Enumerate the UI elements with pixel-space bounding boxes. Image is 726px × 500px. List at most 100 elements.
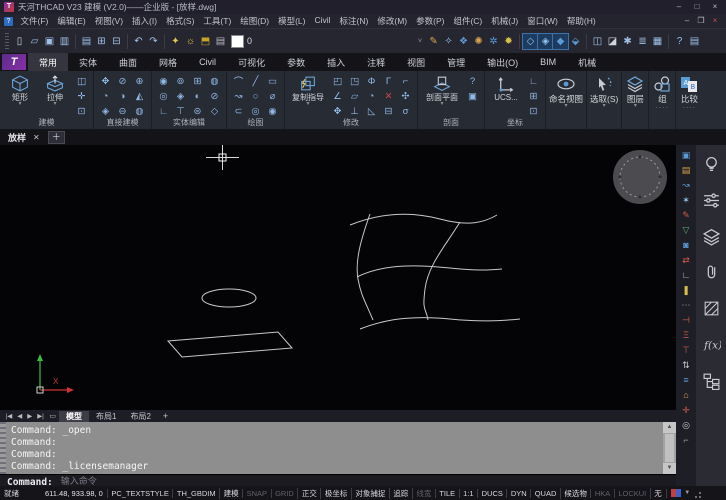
status-toggle[interactable]: LOCKUI <box>614 489 650 498</box>
publish-icon[interactable]: ⊟ <box>109 34 124 49</box>
coords-tool-icon[interactable]: ⊡ <box>526 104 541 118</box>
layer-plot-icon[interactable]: ▤ <box>213 34 228 49</box>
wireframe-view-icon[interactable]: ◇ <box>523 34 538 49</box>
help-icon[interactable]: ? <box>672 34 687 49</box>
menu-item[interactable]: 编辑(E) <box>53 15 90 27</box>
section-tool-icon[interactable]: ▣ <box>465 89 480 103</box>
block-t-icon[interactable]: ⊤ <box>678 343 695 358</box>
updown-icon[interactable]: ⇅ <box>678 358 695 373</box>
menu-item[interactable]: 文件(F) <box>16 15 53 27</box>
ellipse-entity[interactable] <box>202 289 256 307</box>
ok-toggle-icon[interactable]: ◙ <box>678 238 695 253</box>
layer-dropdown[interactable]: ˅ <box>256 34 426 49</box>
compare-button[interactable]: A B 比较 ․․․․ <box>676 71 702 129</box>
status-toggle[interactable]: GRID <box>271 489 298 498</box>
rectangle-entity[interactable] <box>168 332 292 357</box>
modeling-tool-icon[interactable]: ✛ <box>74 89 89 103</box>
status-toggle[interactable]: TH_GBDIM <box>172 489 219 498</box>
solid-edit-tool-icon[interactable]: ◉ <box>156 74 171 88</box>
magic-wand-icon[interactable]: ✶ <box>678 193 695 208</box>
new-file-icon[interactable]: ▯ <box>12 34 27 49</box>
draw-tool-icon[interactable]: ╱ <box>248 74 263 88</box>
layout-tab[interactable]: 模型 <box>59 411 89 422</box>
solid-edit-tool-icon[interactable]: ⊜ <box>190 104 205 118</box>
solid-edit-tool-icon[interactable]: ◍ <box>207 74 222 88</box>
properties-panel-icon[interactable]: ◫ <box>590 34 605 49</box>
building-icon[interactable]: ⌂ <box>678 388 695 403</box>
ribbon-tab[interactable]: 可视化 <box>227 53 276 71</box>
erase-icon[interactable]: ◪ <box>605 34 620 49</box>
layout-tab[interactable]: 布局1 <box>89 411 123 422</box>
menu-item[interactable]: 绘图(D) <box>236 15 274 27</box>
command-scrollbar[interactable]: ▲ ▼ <box>663 422 676 474</box>
coords-tool-icon[interactable]: ∟ <box>526 74 541 88</box>
ribbon-tab[interactable]: 实体 <box>68 53 108 71</box>
scroll-thumb[interactable] <box>665 434 674 462</box>
lights-icon[interactable]: ✹ <box>501 34 516 49</box>
menu-item[interactable]: 修改(M) <box>373 15 412 27</box>
menu-item[interactable]: 机械(J) <box>487 15 523 27</box>
open-file-icon[interactable]: ▱ <box>27 34 42 49</box>
section-tool-icon[interactable]: ? <box>465 74 480 88</box>
layer-states-icon[interactable]: ❖ <box>456 34 471 49</box>
modify-tool-icon[interactable]: ⊟ <box>381 104 396 118</box>
ribbon-tab[interactable]: 曲面 <box>108 53 148 71</box>
flip-icon[interactable]: ⇄ <box>678 253 695 268</box>
chevron-down-icon[interactable]: ˅ <box>414 38 426 45</box>
filter-icon[interactable]: ▽ <box>678 223 695 238</box>
measure-icon[interactable]: ✧ <box>441 34 456 49</box>
direct-model-tool-icon[interactable]: ⊕ <box>132 74 147 88</box>
brush-icon[interactable]: ✎ <box>678 208 695 223</box>
status-toggle[interactable]: 极坐标 <box>320 488 351 499</box>
modify-tool-icon[interactable]: ◔ <box>364 89 379 103</box>
new-tab-button[interactable]: ＋ <box>48 131 65 144</box>
resize-grip[interactable] <box>693 489 701 498</box>
layout-sheet-icon[interactable]: ▭ <box>46 412 59 420</box>
modify-tool-icon[interactable]: ⌐ <box>398 74 413 88</box>
status-dropdown-icon[interactable]: ▼ <box>684 490 690 496</box>
adjust-sliders-icon[interactable] <box>702 191 721 210</box>
overflow-dots-icon[interactable]: ⋯ <box>678 298 695 313</box>
menu-item[interactable]: 格式(S) <box>162 15 199 27</box>
modify-tool-icon[interactable]: ✣ <box>398 89 413 103</box>
modify-tool-icon[interactable]: ◺ <box>364 104 379 118</box>
draw-tool-icon[interactable]: ◎ <box>248 104 263 118</box>
ribbon-tab[interactable]: 插入 <box>316 53 356 71</box>
layer-color-swatch[interactable] <box>231 35 244 48</box>
display-config-icon[interactable]: ▣ <box>678 148 695 163</box>
modeling-tool-icon[interactable]: ⊡ <box>74 104 89 118</box>
drawing-viewport[interactable]: X <box>0 145 676 410</box>
layout-nav-button[interactable]: ◀ <box>15 412 25 420</box>
layer-isolate-icon[interactable]: ✺ <box>471 34 486 49</box>
solid-edit-tool-icon[interactable]: ∟ <box>156 104 171 118</box>
render-image-icon[interactable]: ▦ <box>650 34 665 49</box>
mdi-restore-button[interactable]: ❐ <box>694 15 708 27</box>
minimize-button[interactable]: – <box>672 1 686 13</box>
ribbon-tab[interactable]: Civil <box>188 53 227 71</box>
direct-model-tool-icon[interactable]: ◔ <box>98 89 113 103</box>
draw-tool-icon[interactable]: ↝ <box>231 89 246 103</box>
document-tab[interactable]: 放样 ✕ <box>8 131 40 144</box>
direct-model-tool-icon[interactable]: ◭ <box>132 89 147 103</box>
panel-launcher-dots[interactable]: ․․․․ <box>656 104 669 110</box>
scroll-down-icon[interactable]: ▼ <box>663 463 676 474</box>
status-toggle[interactable]: 追踪 <box>389 488 412 499</box>
status-toggle[interactable]: 候选物 <box>560 488 591 499</box>
mdi-minimize-button[interactable]: – <box>680 15 694 27</box>
toolbar-grip[interactable] <box>5 33 9 49</box>
menu-item[interactable]: 窗口(W) <box>523 15 563 27</box>
direct-model-tool-icon[interactable]: ✥ <box>98 74 113 88</box>
status-toggle[interactable]: HKA <box>590 489 613 498</box>
layout-nav-button[interactable]: ▶ <box>25 412 35 420</box>
menu-item[interactable]: 工具(T) <box>199 15 236 27</box>
fields-fx-icon[interactable]: f(x) <box>702 335 721 354</box>
draw-tool-icon[interactable]: ○ <box>248 89 263 103</box>
status-toggle[interactable]: 1:1 <box>459 489 477 498</box>
select-button[interactable]: 选取(S) ▾ <box>587 71 622 129</box>
layer-freeze-icon[interactable]: ☼ <box>183 34 198 49</box>
mdi-close-button[interactable]: × <box>708 15 722 27</box>
quick-print-icon[interactable]: ▤ <box>687 34 702 49</box>
box-button[interactable]: 矩形 ▾ <box>4 74 36 107</box>
realistic-view-icon[interactable]: ⬙ <box>568 34 583 49</box>
draw-tool-icon[interactable]: ▭ <box>265 74 280 88</box>
